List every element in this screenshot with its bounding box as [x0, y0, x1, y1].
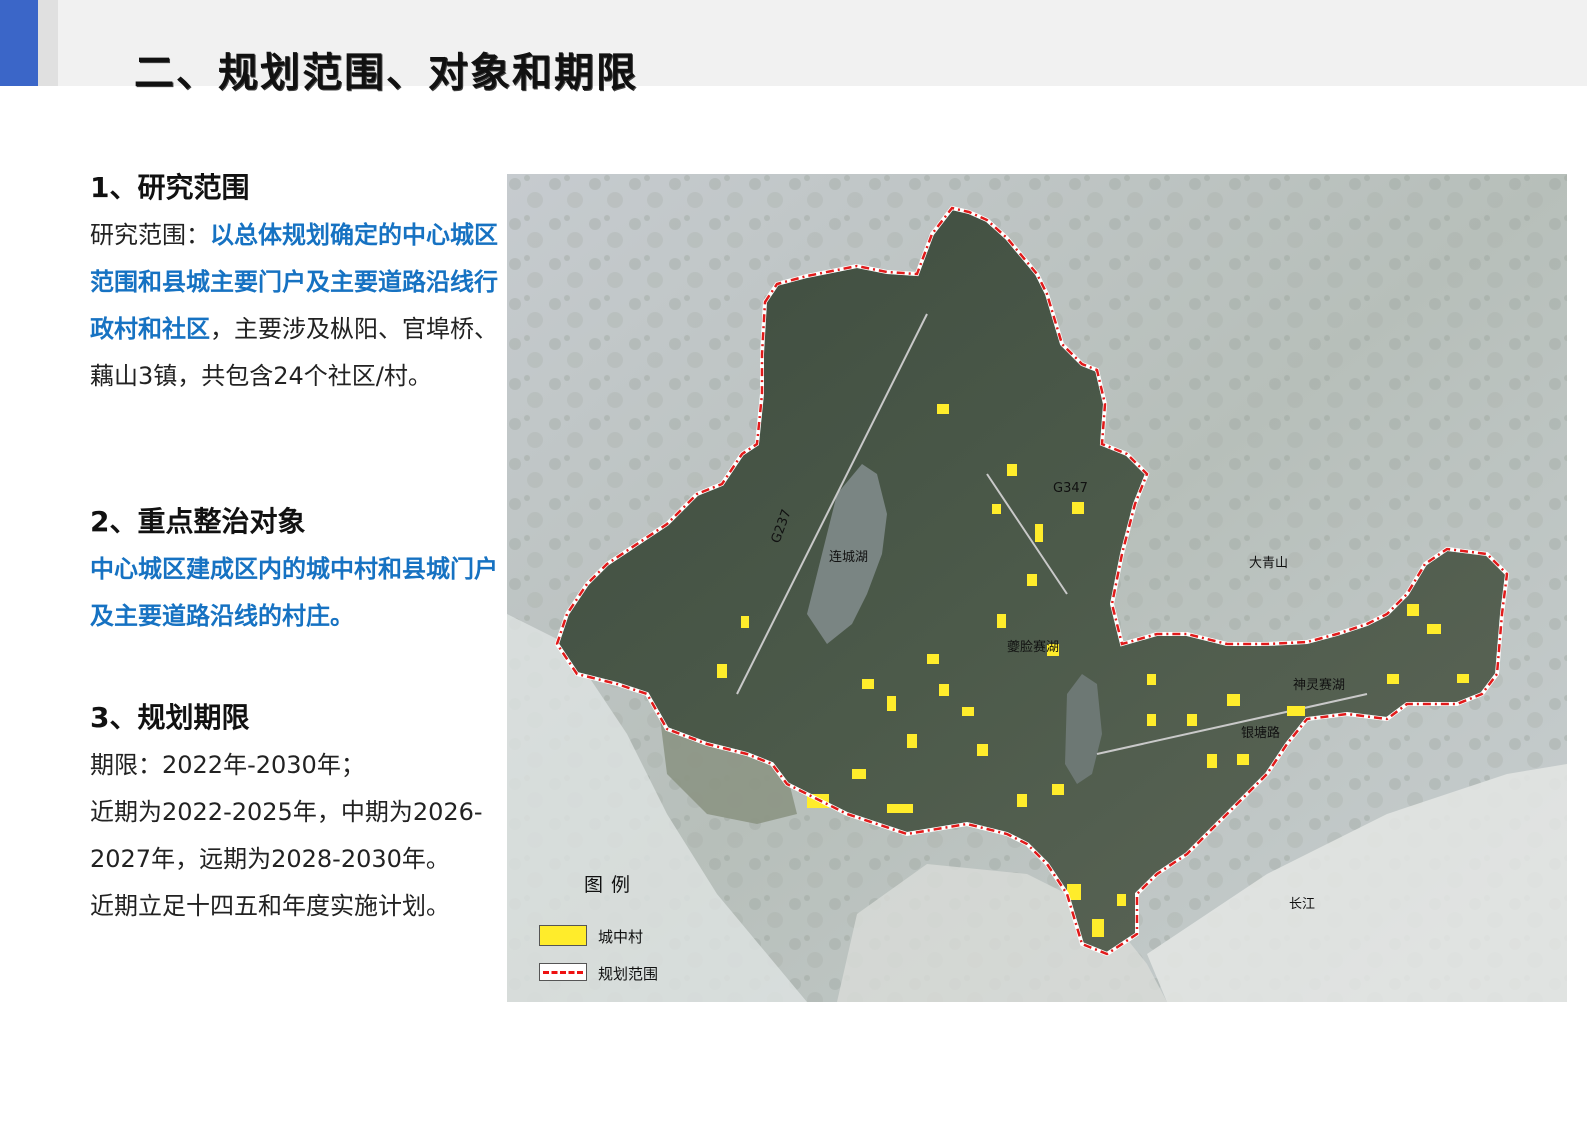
section-research-scope: 1、研究范围 研究范围：以总体规划确定的中心城区范围和县城主要门户及主要道路沿线…: [90, 166, 510, 400]
legend-swatch-planning-scope: [539, 963, 587, 981]
map-label-lianchenghu: 连城湖: [829, 549, 868, 565]
legend-swatch-urban-village: [539, 925, 587, 946]
plan-period-line1: 期限：2022年-2030年；: [90, 751, 365, 779]
map-label-shenling: 神灵赛湖: [1293, 677, 1345, 693]
map-legend: 图例 城中村 规划范围: [538, 868, 738, 988]
legend-title: 图例: [584, 874, 639, 896]
legend-label-urban-village: 城中村: [598, 928, 644, 946]
map-label-changjiang: 长江: [1289, 897, 1315, 912]
section-key-targets-body: 中心城区建成区内的城中村和县城门户及主要道路沿线的村庄。: [90, 555, 498, 630]
map-label-kuilian: 夔脸赛湖: [1007, 639, 1059, 655]
map-label-daqingshan: 大青山: [1249, 556, 1288, 571]
legend-label-planning-scope: 规划范围: [598, 965, 659, 983]
header-accent-gap: [38, 0, 58, 86]
map-label-g347: G347: [1053, 481, 1088, 496]
plan-period-line2: 近期为2022-2025年，中期为2026-2027年，远期为2028-2030…: [90, 798, 483, 873]
section-research-scope-heading: 1、研究范围: [90, 171, 250, 204]
section-key-targets-heading: 2、重点整治对象: [90, 505, 306, 538]
map-label-yintang: 银塘路: [1241, 725, 1280, 741]
research-scope-prefix: 研究范围：: [90, 221, 210, 249]
section-research-scope-body: 研究范围：以总体规划确定的中心城区范围和县城主要门户及主要道路沿线行政村和社区，…: [90, 212, 510, 400]
slide-title: 二、规划范围、对象和期限: [134, 50, 638, 96]
header-accent-bar: [0, 0, 38, 86]
section-key-targets: 2、重点整治对象 中心城区建成区内的城中村和县城门户及主要道路沿线的村庄。: [90, 500, 510, 640]
section-plan-period: 3、规划期限 期限：2022年-2030年； 近期为2022-2025年，中期为…: [90, 696, 510, 930]
plan-period-line3: 近期立足十四五和年度实施计划。: [90, 892, 450, 920]
section-plan-period-heading: 3、规划期限: [90, 701, 250, 734]
